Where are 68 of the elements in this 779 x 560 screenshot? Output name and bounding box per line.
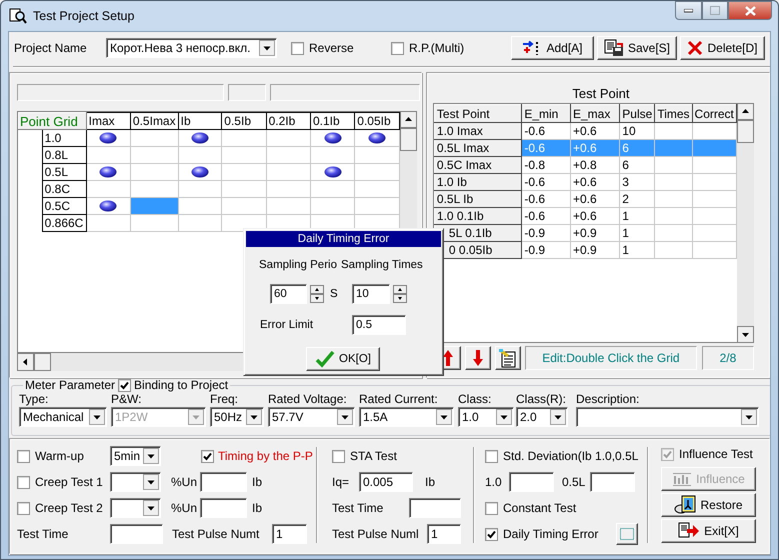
label: STA Test <box>350 449 397 463</box>
label: 0.5L <box>562 475 586 489</box>
label: Project Name <box>14 41 87 55</box>
label: %Un <box>171 501 198 515</box>
column-header: E_min <box>522 104 570 122</box>
row-header: 1.0 Ib <box>434 174 522 190</box>
label: Test Time <box>332 501 384 515</box>
column-header: 0.5Imax <box>130 112 178 130</box>
label: Ib <box>252 501 262 515</box>
row-header: 0.5C <box>42 198 86 214</box>
label: Timing by the P-P <box>218 449 313 463</box>
column-header: Pulse <box>620 104 655 122</box>
row-header: 0.5L <box>42 164 86 180</box>
label: Reverse <box>309 41 354 55</box>
label: Iq= <box>332 475 350 489</box>
row-header: 0.5L Ib <box>434 190 522 208</box>
row-header: 1.0 Imax <box>434 122 522 140</box>
label: Ib <box>425 475 436 489</box>
label: Test Pulse Numt <box>172 527 260 541</box>
label: Binding to Project <box>134 378 228 392</box>
label: Rated Voltage: <box>268 392 348 406</box>
column-header: Times <box>654 104 692 122</box>
label: S <box>330 288 338 300</box>
label: Influence Test <box>679 447 753 461</box>
panel-title: Test Point <box>571 85 630 103</box>
column-header: Test Point <box>434 104 522 122</box>
label: Sampling Perio <box>259 259 338 273</box>
row-header: 1.0 <box>42 130 86 146</box>
label: R.P.(Multi) <box>409 41 464 55</box>
label: 1.0 <box>485 475 502 489</box>
label: Sampling Times <box>341 259 423 273</box>
window-title: Test Project Setup <box>33 9 134 23</box>
label: Class: <box>458 392 492 406</box>
page-counter: 2/8 <box>702 346 754 370</box>
row-header: 0.5L Imax <box>434 140 522 156</box>
label: Type: <box>19 392 50 406</box>
label: Freq: <box>210 392 240 406</box>
label: Class(R): <box>516 392 567 406</box>
label: Description: <box>576 392 640 406</box>
dialog-title: Daily Timing Error <box>246 231 441 247</box>
column-header: Correct <box>692 104 736 122</box>
label: Test Pulse Numl <box>332 527 419 541</box>
label: Constant Test <box>503 501 576 515</box>
row-header: 0.866C <box>42 214 86 232</box>
label: Creep Test 1 <box>35 475 103 489</box>
label: Rated Current: <box>359 392 439 406</box>
row-header: 0.8L <box>42 146 86 164</box>
row-header: 1.0 0.1Ib <box>434 208 522 224</box>
label: %Un <box>171 475 198 489</box>
label: Test Time <box>17 527 68 541</box>
column-header: 0.1Ib <box>310 112 355 130</box>
label: Ib <box>252 475 262 489</box>
row-header: 0.8C <box>42 180 86 198</box>
column-header: Imax <box>86 112 130 130</box>
label: Creep Test 2 <box>35 501 103 515</box>
row-header: 0.5C Imax <box>434 156 522 174</box>
column-header: 0.5Ib <box>222 112 266 130</box>
column-header: 0.2Ib <box>266 112 310 130</box>
label: Std. Deviation(Ib 1.0,0.5L <box>503 449 638 463</box>
label: Daily Timing Error <box>503 527 598 541</box>
column-header: E_max <box>570 104 620 122</box>
label: P&W: <box>111 392 142 406</box>
hint-text: Edit:Double Click the Grid <box>524 346 697 370</box>
column-header: Ib <box>178 112 222 130</box>
label: Warm-up <box>35 449 84 463</box>
column-header: 0.05Ib <box>354 112 400 130</box>
label: Error Limit <box>260 319 314 331</box>
label: Meter Parameter <box>25 378 116 392</box>
